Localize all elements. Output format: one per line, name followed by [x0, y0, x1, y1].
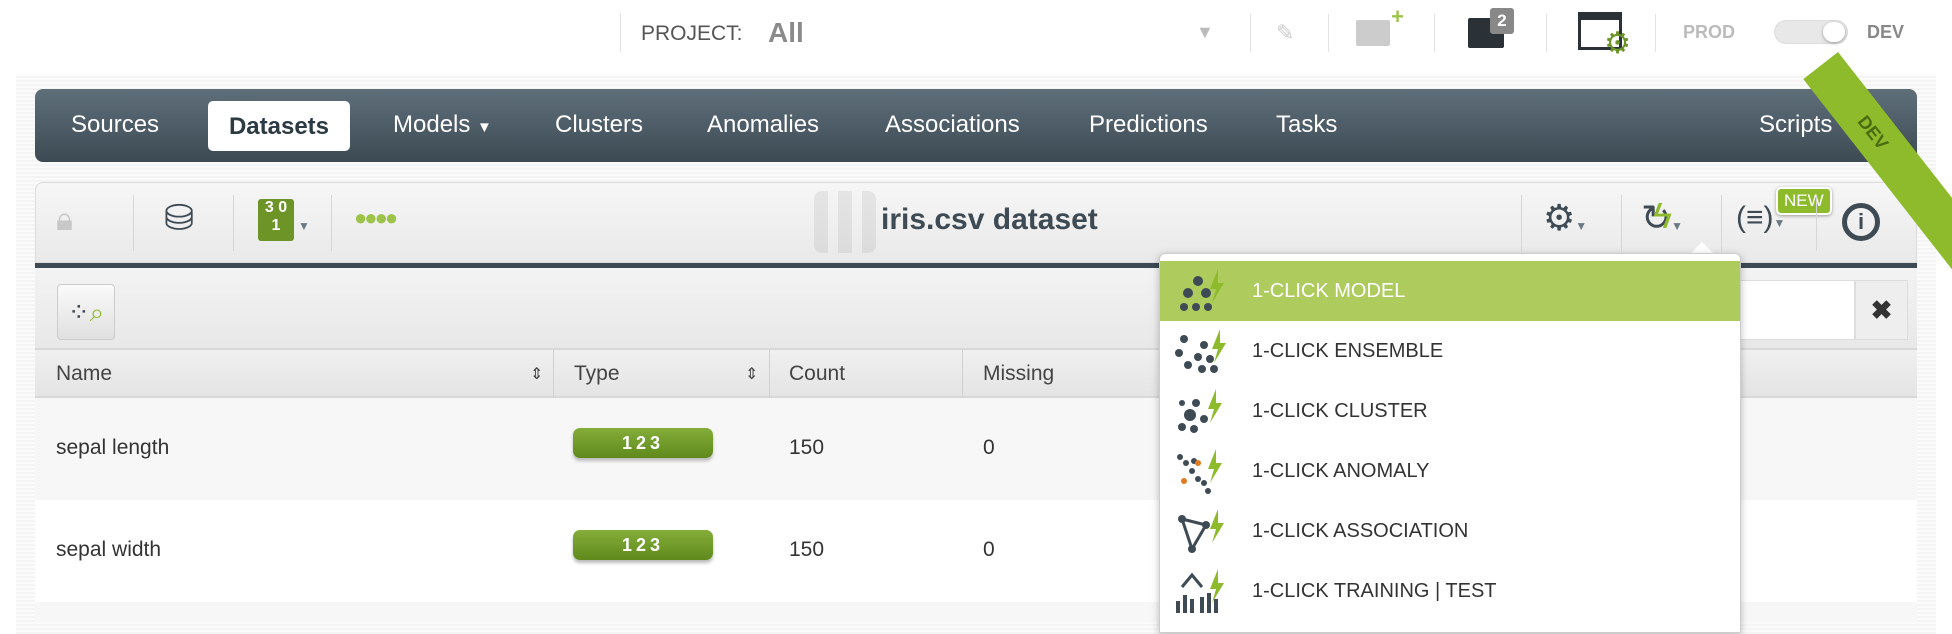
menu-item-label: 1-CLICK ANOMALY — [1252, 460, 1430, 482]
divider — [620, 14, 621, 52]
menu-item-1-click-cluster[interactable]: 1-CLICK CLUSTER — [1160, 381, 1740, 441]
nav-anomalies[interactable]: Anomalies — [707, 111, 819, 139]
lock-icon[interactable]: 🔒︎ — [56, 201, 73, 239]
menu-item-1-click-anomaly[interactable]: 1-CLICK ANOMALY — [1160, 441, 1740, 501]
main-nav: Sources Datasets Models ▼ Clusters Anoma… — [35, 89, 1917, 162]
dataset-toolbar: 🔒︎ ⛁ 3 01 ▼ ●●●● iris.csv dataset ⚙▼ ↻ ϟ ▼… — [35, 182, 1917, 263]
nav-models-label: Models — [393, 111, 471, 138]
menu-item-1-click-model[interactable]: 1-CLICK MODEL — [1160, 261, 1740, 321]
scatterplot-search-button[interactable]: ⁘⌕ — [57, 284, 115, 340]
env-prod-label: PROD — [1683, 22, 1736, 42]
menu-item-1-click-association[interactable]: 1-CLICK ASSOCIATION — [1160, 501, 1740, 561]
dataset-search-icon[interactable]: ⛁ — [164, 197, 194, 239]
project-label: PROJECT: — [641, 22, 743, 45]
configure-gears-icon[interactable]: ⚙▼ — [1543, 197, 1587, 239]
field-name: sepal length — [56, 436, 170, 459]
clear-search-button[interactable]: ✖ — [1855, 280, 1908, 340]
data-types-icon[interactable]: 3 01 — [258, 199, 294, 241]
one-click-menu-icon[interactable]: ↻ ϟ ▼ — [1641, 195, 1683, 239]
info-icon[interactable]: i — [1842, 203, 1880, 241]
sort-icon[interactable]: ⇕ — [530, 364, 543, 384]
folder-count-badge: 2 — [1490, 8, 1514, 34]
field-missing: 0 — [983, 538, 995, 561]
nav-clusters[interactable]: Clusters — [555, 111, 643, 139]
new-badge: NEW — [1776, 187, 1832, 215]
project-selector[interactable]: All — [768, 17, 804, 49]
env-dev-label: DEV — [1867, 22, 1905, 42]
nav-sources[interactable]: Sources — [71, 111, 159, 139]
menu-item-label: 1-CLICK ENSEMBLE — [1252, 340, 1444, 362]
edit-pencil-icon[interactable]: ✎ — [1276, 20, 1294, 46]
folders-icon[interactable]: 2 — [1468, 8, 1514, 48]
menu-item-label: 1-CLICK MODEL — [1252, 280, 1406, 302]
column-missing[interactable]: Missing — [983, 362, 1054, 386]
nav-scripts-label: Scripts — [1759, 111, 1833, 138]
progress-dots-icon: ●●●● — [354, 205, 398, 230]
column-count[interactable]: Count — [789, 362, 845, 386]
type-badge: 123 — [573, 428, 713, 458]
chevron-down-icon[interactable]: ▼ — [298, 219, 310, 233]
field-count: 150 — [789, 538, 825, 561]
nav-associations[interactable]: Associations — [885, 111, 1020, 139]
nav-tasks[interactable]: Tasks — [1276, 111, 1337, 139]
nav-datasets[interactable]: Datasets — [208, 101, 350, 151]
column-name[interactable]: Name — [56, 362, 112, 386]
one-click-dropdown: 1-CLICK MODEL 1-CLICK ENSEMBLE 1-CLICK C… — [1159, 253, 1741, 633]
dataset-logo-icon — [814, 191, 876, 253]
ensemble-icon — [1174, 327, 1226, 375]
env-toggle[interactable] — [1774, 20, 1848, 44]
menu-item-label: 1-CLICK ASSOCIATION — [1252, 520, 1469, 542]
menu-item-1-click-ensemble[interactable]: 1-CLICK ENSEMBLE — [1160, 321, 1740, 381]
nav-predictions[interactable]: Predictions — [1089, 111, 1208, 139]
nav-models[interactable]: Models ▼ — [393, 111, 492, 139]
menu-item-label: 1-CLICK CLUSTER — [1252, 400, 1428, 422]
field-missing: 0 — [983, 436, 995, 459]
type-badge: 123 — [573, 530, 713, 560]
field-count: 150 — [789, 436, 825, 459]
cluster-icon — [1174, 387, 1226, 435]
field-name: sepal width — [56, 538, 162, 561]
new-folder-icon[interactable]: + — [1356, 4, 1404, 46]
sort-icon[interactable]: ⇕ — [745, 364, 758, 384]
menu-item-1-click-training-test[interactable]: 1-CLICK TRAINING | TEST — [1160, 561, 1740, 621]
anomaly-icon — [1174, 447, 1226, 495]
menu-item-label: 1-CLICK TRAINING | TEST — [1252, 580, 1497, 602]
top-bar: PROJECT: All ▼ ✎ + 2 ⚙ PROD DEV — [0, 0, 1952, 68]
training-test-icon — [1174, 567, 1226, 615]
column-type[interactable]: Type — [574, 362, 620, 386]
dashboard-settings-icon[interactable]: ⚙ — [1578, 12, 1631, 60]
search-input[interactable] — [1735, 280, 1855, 340]
association-icon — [1174, 507, 1226, 555]
project-dropdown-caret-icon[interactable]: ▼ — [1196, 22, 1214, 43]
model-tree-icon — [1174, 267, 1226, 315]
chevron-down-icon: ▼ — [477, 119, 492, 136]
page-title: iris.csv dataset — [881, 203, 1098, 236]
